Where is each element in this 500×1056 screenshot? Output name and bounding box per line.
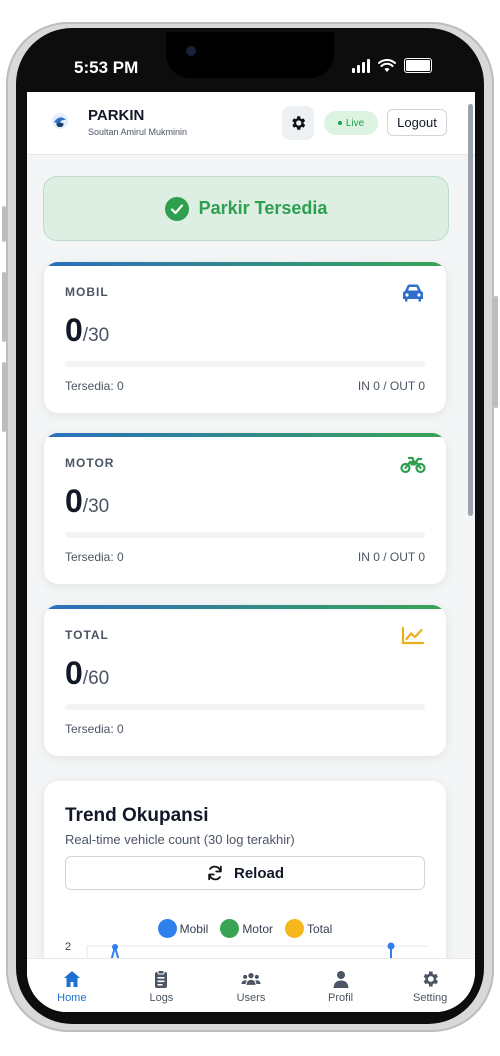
logout-button[interactable]: Logout: [387, 109, 447, 136]
chart-legend: Mobil Motor Total: [44, 919, 446, 938]
card-label: MOBIL: [65, 285, 109, 299]
legend-swatch: [285, 919, 304, 938]
nav-label: Logs: [149, 991, 174, 1004]
available-text: Tersedia: 0: [65, 550, 124, 564]
status-time: 5:53 PM: [74, 58, 139, 77]
phone-power-button: [494, 296, 498, 408]
legend-swatch: [157, 919, 177, 938]
trend-title: Trend Okupansi: [65, 805, 209, 826]
legend-label: Motor: [242, 921, 273, 936]
car-icon: [403, 284, 423, 302]
gear-icon: [292, 116, 306, 130]
home-icon: [63, 970, 80, 987]
nav-item-users[interactable]: Users: [206, 959, 296, 1012]
live-badge: Live: [324, 111, 378, 135]
chart-line-icon: [401, 626, 425, 645]
phone-volume-down: [2, 362, 6, 432]
in-out-text: IN 0 / OUT 0: [357, 550, 425, 564]
legend-item-total[interactable]: Total: [285, 919, 332, 938]
app-logo-icon: [52, 113, 68, 129]
signal-icon: [352, 58, 370, 73]
status-icons: [352, 58, 432, 73]
nav-label: Profil: [328, 991, 354, 1004]
legend-swatch: [220, 919, 240, 938]
available-text: Tersedia: 0: [65, 722, 124, 736]
app-screen: PARKIN Soultan Amirul Mukminin Live Logo…: [27, 92, 475, 1012]
nav-label: Home: [57, 991, 87, 1004]
scrollbar-thumb[interactable]: [468, 104, 473, 516]
card-capacity: /60: [82, 668, 110, 689]
bottom-nav: Home Logs Users Profil Setting: [27, 958, 475, 1012]
reload-label: Reload: [233, 864, 284, 882]
card-count: 0: [65, 655, 83, 691]
card-count: 0: [65, 312, 83, 348]
occupancy-progress: [65, 361, 425, 367]
card-value: 0/60: [65, 655, 109, 692]
y-tick-label: 2: [65, 941, 71, 953]
card-total: TOTAL 0/60 Tersedia: 0: [44, 605, 446, 756]
check-circle-icon: [164, 196, 189, 221]
app-header: PARKIN Soultan Amirul Mukminin Live Logo…: [27, 92, 475, 155]
card-value: 0/30: [65, 483, 109, 520]
battery-icon: [404, 58, 432, 73]
data-point[interactable]: [387, 942, 395, 950]
legend-label: Total: [307, 921, 333, 936]
status-bar: 5:53 PM: [16, 28, 484, 92]
notch: [166, 32, 334, 78]
live-label: Live: [345, 117, 365, 129]
card-capacity: /30: [82, 496, 110, 517]
legend-label: Mobil: [179, 921, 209, 936]
nav-item-profil[interactable]: Profil: [296, 959, 386, 1012]
person-icon: [333, 970, 349, 988]
phone-volume-up: [2, 272, 6, 342]
nav-item-setting[interactable]: Setting: [385, 959, 475, 1012]
trend-subtitle: Real-time vehicle count (30 log terakhir…: [65, 832, 295, 847]
card-accent-bar: [44, 262, 446, 266]
app-title: PARKIN: [88, 107, 145, 124]
nav-item-logs[interactable]: Logs: [117, 959, 207, 1012]
banner-text: Parkir Tersedia: [198, 198, 328, 218]
occupancy-progress: [65, 704, 425, 710]
parking-status-banner: Parkir Tersedia: [43, 176, 449, 241]
front-camera: [186, 46, 196, 56]
in-out-text: IN 0 / OUT 0: [357, 379, 425, 393]
card-accent-bar: [44, 605, 446, 609]
phone-side-button: [2, 206, 6, 242]
card-capacity: /30: [82, 325, 110, 346]
gear-icon: [423, 971, 439, 986]
card-label: TOTAL: [65, 628, 109, 642]
clipboard-icon: [155, 969, 168, 988]
data-point[interactable]: [112, 944, 118, 950]
occupancy-progress: [65, 532, 425, 538]
nav-label: Setting: [413, 991, 448, 1004]
nav-label: Users: [236, 991, 266, 1004]
app-subtitle: Soultan Amirul Mukminin: [88, 127, 188, 137]
card-accent-bar: [44, 433, 446, 437]
card-count: 0: [65, 483, 83, 519]
card-mobil: MOBIL 0/30 Tersedia: 0 IN 0 / OUT 0: [44, 262, 446, 413]
card-value: 0/30: [65, 312, 109, 349]
available-text: Tersedia: 0: [65, 379, 124, 393]
reload-button[interactable]: Reload: [65, 856, 425, 890]
legend-item-motor[interactable]: Motor: [220, 919, 273, 938]
wifi-icon: [378, 58, 396, 72]
settings-button[interactable]: [282, 106, 314, 140]
card-motor: MOTOR 0/30 Tersedia: 0 IN 0 / OUT 0: [44, 433, 446, 584]
card-label: MOTOR: [65, 456, 115, 470]
nav-item-home[interactable]: Home: [27, 959, 117, 1012]
refresh-icon: [208, 865, 222, 881]
live-dot-icon: [337, 121, 342, 125]
motorcycle-icon: [400, 456, 426, 474]
users-icon: [241, 972, 261, 985]
legend-item-mobil[interactable]: Mobil: [157, 919, 209, 938]
